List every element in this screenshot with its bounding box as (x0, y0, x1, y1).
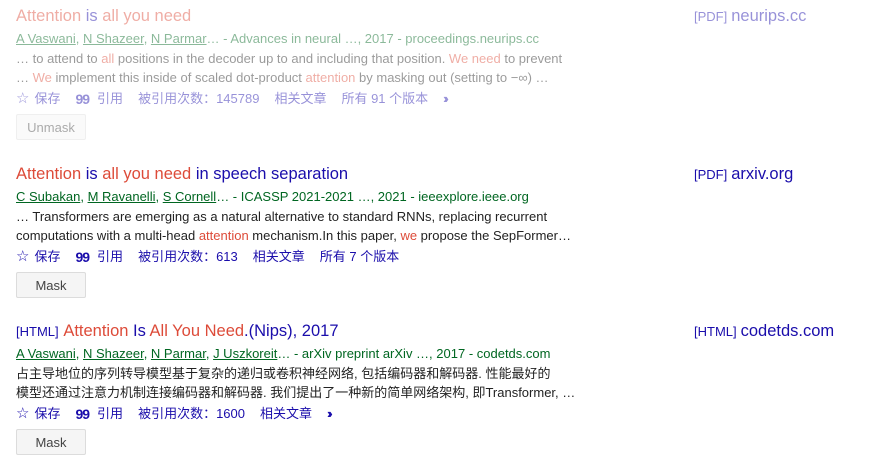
author-link[interactable]: N Shazeer (83, 31, 144, 46)
mask-button[interactable]: Mask (16, 272, 86, 298)
file-type-tag: [HTML] (16, 324, 59, 339)
snippet-line: … Transformers are emerging as a natural… (16, 209, 548, 224)
title-part[interactable]: in speech separation (191, 165, 348, 183)
result-authors: A Vaswani, N Shazeer, N Parmar… - Advanc… (16, 31, 539, 46)
title-part[interactable]: Attention (16, 7, 81, 25)
author-link[interactable]: A Vaswani (16, 346, 76, 361)
save-link[interactable]: ☆ 保存 (16, 247, 60, 267)
full-text-link[interactable]: [HTML] codetds.com (694, 319, 834, 343)
result-snippet: … Transformers are emerging as a natural… (16, 207, 586, 245)
title-part[interactable]: All You Need (150, 322, 245, 340)
file-type-tag[interactable]: [HTML] (694, 324, 737, 339)
result-snippet: 占主导地位的序列转导模型基于复杂的递归或卷积神经网络, 包括编码器和解码器. 性… (16, 364, 586, 402)
snippet-line: computations with a multi-head attention… (16, 228, 571, 243)
file-type-tag[interactable]: [PDF] (694, 9, 727, 24)
star-outline-icon: ☆ (16, 405, 30, 422)
author-link[interactable]: A Vaswani (16, 31, 76, 46)
result-authors: C Subakan, M Ravanelli, S Cornell… - ICA… (16, 189, 529, 204)
source-site[interactable]: neurips.cc (731, 7, 806, 25)
cite-link[interactable]: 99 引用 (75, 89, 123, 109)
title-part[interactable]: Is (128, 322, 149, 340)
mask-button[interactable]: Mask (16, 429, 86, 455)
unmask-button[interactable]: Unmask (16, 114, 86, 140)
snippet-line: … to attend to all positions in the deco… (16, 51, 563, 66)
cited-by-link[interactable]: 被引用次数：613 (138, 247, 238, 267)
result-actions: ☆ 保存 99 引用 被引用次数：613 相关文章 所有 7 个版本 (16, 247, 879, 267)
double-chevron-right-icon[interactable]: ›› (327, 404, 332, 424)
author-link[interactable]: N Parmar (151, 346, 206, 361)
related-articles-link[interactable]: 相关文章 (274, 89, 326, 109)
quote-icon: 99 (75, 406, 90, 422)
title-part[interactable]: is (81, 165, 102, 183)
star-outline-icon: ☆ (16, 90, 30, 107)
result-meta: … - ICASSP 2021-2021 …, 2021 - ieeexplor… (216, 189, 529, 204)
author-link[interactable]: J Uszkoreit (213, 346, 277, 361)
author-link[interactable]: N Parmar (151, 31, 207, 46)
cited-by-link[interactable]: 被引用次数：145789 (138, 89, 259, 109)
double-chevron-right-icon[interactable]: ›› (443, 89, 448, 109)
title-part[interactable]: Attention (63, 322, 128, 340)
title-part[interactable]: all you need (102, 7, 191, 25)
all-versions-link[interactable]: 所有 7 个版本 (320, 247, 399, 267)
source-site[interactable]: codetds.com (741, 322, 835, 340)
related-articles-link[interactable]: 相关文章 (253, 247, 305, 267)
full-text-link[interactable]: [PDF] arxiv.org (694, 162, 793, 186)
result-snippet: … to attend to all positions in the deco… (16, 49, 586, 87)
file-type-tag[interactable]: [PDF] (694, 167, 727, 182)
snippet-line: 模型还通过注意力机制连接编码器和解码器. 我们提出了一种新的简单网络架构, 即T… (16, 385, 576, 400)
result-meta: … - arXiv preprint arXiv …, 2017 - codet… (277, 346, 551, 361)
result-meta: … - Advances in neural …, 2017 - proceed… (206, 31, 539, 46)
result-authors: A Vaswani, N Shazeer, N Parmar, J Uszkor… (16, 346, 551, 361)
title-part[interactable]: is (81, 7, 102, 25)
title-part[interactable]: .(Nips), 2017 (244, 322, 338, 340)
all-versions-link[interactable]: 所有 91 个版本 (341, 89, 428, 109)
quote-icon: 99 (75, 249, 90, 265)
result-actions: ☆ 保存 99 引用 被引用次数：1600 相关文章 ›› (16, 404, 879, 424)
save-link[interactable]: ☆ 保存 (16, 89, 60, 109)
author-link[interactable]: N Shazeer (83, 346, 144, 361)
source-site[interactable]: arxiv.org (731, 165, 793, 183)
title-part[interactable]: all you need (102, 165, 191, 183)
snippet-line: 占主导地位的序列转导模型基于复杂的递归或卷积神经网络, 包括编码器和解码器. 性… (16, 366, 551, 381)
star-outline-icon: ☆ (16, 248, 30, 265)
snippet-line: … We implement this inside of scaled dot… (16, 70, 549, 85)
full-text-link[interactable]: [PDF] neurips.cc (694, 4, 806, 28)
quote-icon: 99 (75, 91, 90, 107)
cite-link[interactable]: 99 引用 (75, 247, 123, 267)
title-part[interactable]: Attention (16, 165, 81, 183)
save-link[interactable]: ☆ 保存 (16, 404, 60, 424)
result-actions: ☆ 保存 99 引用 被引用次数：145789 相关文章 所有 91 个版本 ›› (16, 89, 879, 109)
cite-link[interactable]: 99 引用 (75, 404, 123, 424)
cited-by-link[interactable]: 被引用次数：1600 (138, 404, 245, 424)
related-articles-link[interactable]: 相关文章 (260, 404, 312, 424)
author-link[interactable]: S Cornell (163, 189, 216, 204)
author-link[interactable]: M Ravanelli (88, 189, 156, 204)
author-link[interactable]: C Subakan (16, 189, 80, 204)
